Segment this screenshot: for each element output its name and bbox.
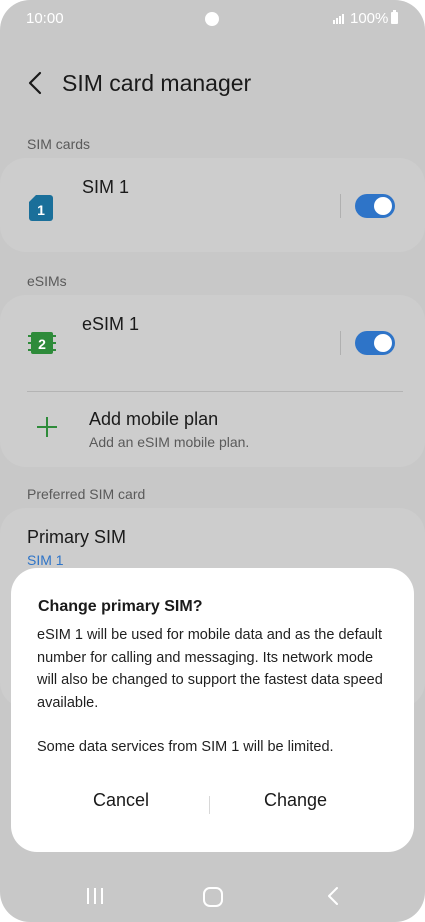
add-mobile-plan-row[interactable]: Add mobile plan Add an eSIM mobile plan. [0,392,425,467]
svg-text:1: 1 [37,202,45,218]
sim1-row[interactable]: 1 SIM 1 [0,158,425,252]
esim1-toggle[interactable] [355,331,395,355]
sim1-name: SIM 1 [82,177,130,197]
button-divider [209,796,210,814]
section-label-preferred-sim: Preferred SIM card [27,486,146,502]
dialog-note: Some data services from SIM 1 will be li… [37,739,334,755]
battery-icon [391,10,398,24]
divider [340,194,341,218]
toggle-knob [374,197,392,215]
home-icon[interactable] [202,886,224,908]
sim-card-1-icon: 1 [29,195,53,221]
status-bar: 10:00 100% [0,0,425,38]
section-label-sim-cards: SIM cards [27,136,91,152]
divider [340,331,341,355]
plus-icon [37,417,57,437]
cancel-button[interactable]: Cancel [93,790,149,811]
esims-card: 2 eSIM 1 Add mobile plan Add an eSIM mob… [0,295,425,467]
dialog-body: eSIM 1 will be used for mobile data and … [37,624,387,759]
dialog-message: eSIM 1 will be used for mobile data and … [37,627,383,711]
toggle-knob [374,334,392,352]
back-arrow-icon[interactable] [24,70,50,96]
change-button[interactable]: Change [264,790,327,811]
add-mobile-plan-title: Add mobile plan [89,409,219,429]
recent-apps-icon[interactable] [85,886,105,906]
page-title: SIM card manager [62,70,252,96]
signal-icon [333,14,344,24]
navigation-bar [0,870,425,922]
camera-cutout [205,12,219,26]
svg-text:2: 2 [38,336,46,352]
status-time: 10:00 [26,10,64,27]
esim1-row[interactable]: 2 eSIM 1 [0,295,425,389]
sim1-toggle[interactable] [355,194,395,218]
esim1-name: eSIM 1 [82,314,140,334]
battery-percent: 100% [350,10,389,27]
phone-screen: 10:00 100% SIM card manager SIM cards 1 … [0,0,425,922]
sim-cards-card: 1 SIM 1 [0,158,425,252]
dialog-title: Change primary SIM? [38,598,203,615]
primary-sim-value: SIM 1 [27,552,64,568]
esim-chip-icon: 2 [28,332,56,354]
back-nav-icon[interactable] [324,886,344,906]
app-header: SIM card manager [0,60,425,110]
primary-sim-row[interactable]: Primary SIM SIM 1 [0,508,425,568]
section-label-esims: eSIMs [27,273,67,289]
add-mobile-plan-subtitle: Add an eSIM mobile plan. [89,434,250,450]
primary-sim-title: Primary SIM [27,527,126,547]
change-primary-sim-dialog: Change primary SIM? eSIM 1 will be used … [11,568,414,852]
